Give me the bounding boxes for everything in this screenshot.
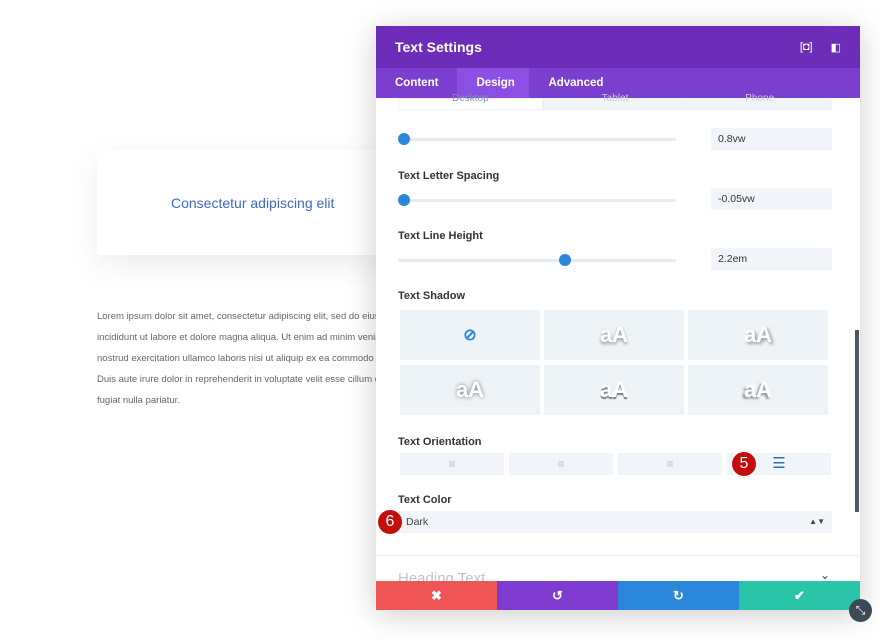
text-shadow-options: ⊘ aA aA aA aA aA — [400, 310, 828, 415]
redo-button[interactable]: ↻ — [618, 581, 739, 610]
body-paragraph: Lorem ipsum dolor sit amet, consectetur … — [97, 306, 397, 411]
save-button[interactable]: ✔ — [739, 581, 860, 610]
align-justify-icon: ☰ — [772, 455, 786, 472]
step-badge: 5 — [732, 452, 756, 476]
sidebar-toggle-icon[interactable]: ◧ — [831, 41, 841, 54]
paragraph-line: fugiat nulla pariatur. — [97, 395, 180, 406]
divider — [376, 555, 860, 556]
paragraph-line: Lorem ipsum dolor sit amet, consectetur … — [97, 311, 397, 322]
font-size-input[interactable]: 0.8vw — [711, 128, 832, 150]
shadow-option[interactable]: aA — [544, 365, 684, 415]
line-height-input[interactable]: 2.2em — [711, 248, 832, 270]
font-size-slider[interactable] — [397, 133, 676, 145]
letter-spacing-slider[interactable] — [397, 194, 676, 206]
settings-body: Desktop Tablet Phone 0.8vw Text Letter S… — [376, 94, 860, 587]
letter-spacing-input[interactable]: -0.05vw — [711, 188, 832, 210]
paragraph-line: Duis aute irure dolor in reprehenderit i… — [97, 374, 380, 385]
no-shadow-icon: ⊘ — [463, 327, 477, 344]
text-orientation-options: ≡ ≡ ≡ ☰ — [400, 453, 831, 475]
step-badge: 6 — [378, 510, 402, 534]
slider-handle[interactable] — [397, 133, 410, 145]
text-settings-modal: Text Settings [◘] ◧ Content Design Advan… — [376, 26, 860, 610]
align-right-button[interactable]: ≡ — [618, 453, 722, 475]
redo-icon: ↻ — [673, 588, 684, 603]
modal-title: Text Settings — [395, 39, 482, 55]
slider-handle[interactable] — [558, 254, 571, 266]
paragraph-line: nostrud exercitation ullamco laboris nis… — [97, 353, 387, 364]
shadow-option[interactable]: aA — [688, 365, 828, 415]
shadow-none-option[interactable]: ⊘ — [400, 310, 540, 360]
scrollbar[interactable] — [855, 330, 859, 512]
align-left-icon: ≡ — [448, 457, 456, 471]
check-icon: ✔ — [794, 588, 805, 603]
align-right-icon: ≡ — [666, 457, 674, 471]
device-tabs: Desktop Tablet Phone — [398, 94, 833, 110]
paragraph-line: incididunt ut labore et dolore magna ali… — [97, 332, 389, 343]
text-shadow-label: Text Shadow — [398, 290, 466, 302]
modal-footer: ✖ ↺ ↻ ✔ — [376, 581, 860, 610]
text-color-value: Dark — [406, 516, 429, 528]
align-left-button[interactable]: ≡ — [400, 453, 504, 475]
cancel-button[interactable]: ✖ — [376, 581, 497, 610]
align-center-button[interactable]: ≡ — [509, 453, 613, 475]
slider-handle[interactable] — [397, 194, 410, 206]
text-orientation-label: Text Orientation — [398, 436, 482, 448]
shadow-option[interactable]: aA — [400, 365, 540, 415]
fullscreen-icon[interactable]: [◘] — [800, 41, 813, 53]
letter-spacing-label: Text Letter Spacing — [398, 170, 500, 182]
chevron-down-icon[interactable]: ⌄ — [820, 568, 830, 582]
select-arrows-icon: ▲▼ — [809, 517, 825, 526]
shadow-option[interactable]: aA — [544, 310, 684, 360]
text-color-label: Text Color — [398, 494, 452, 506]
line-height-slider[interactable] — [398, 254, 676, 266]
undo-button[interactable]: ↺ — [497, 581, 618, 610]
line-height-label: Text Line Height — [398, 230, 483, 242]
content-card: Consectetur adipiscing elit — [97, 150, 397, 255]
align-center-icon: ≡ — [557, 457, 565, 471]
resize-handle-icon[interactable]: ⤡ — [849, 599, 872, 622]
tab-content[interactable]: Content — [376, 68, 457, 98]
text-color-select[interactable]: Dark ▲▼ — [398, 511, 832, 533]
modal-header[interactable]: Text Settings [◘] ◧ — [376, 26, 860, 68]
device-tab-phone[interactable]: Phone — [687, 94, 833, 110]
close-icon: ✖ — [431, 588, 442, 603]
undo-icon: ↺ — [552, 588, 563, 603]
device-tab-tablet[interactable]: Tablet — [542, 94, 688, 110]
card-title: Consectetur adipiscing elit — [171, 194, 335, 211]
device-tab-desktop[interactable]: Desktop — [398, 94, 543, 110]
shadow-option[interactable]: aA — [688, 310, 828, 360]
